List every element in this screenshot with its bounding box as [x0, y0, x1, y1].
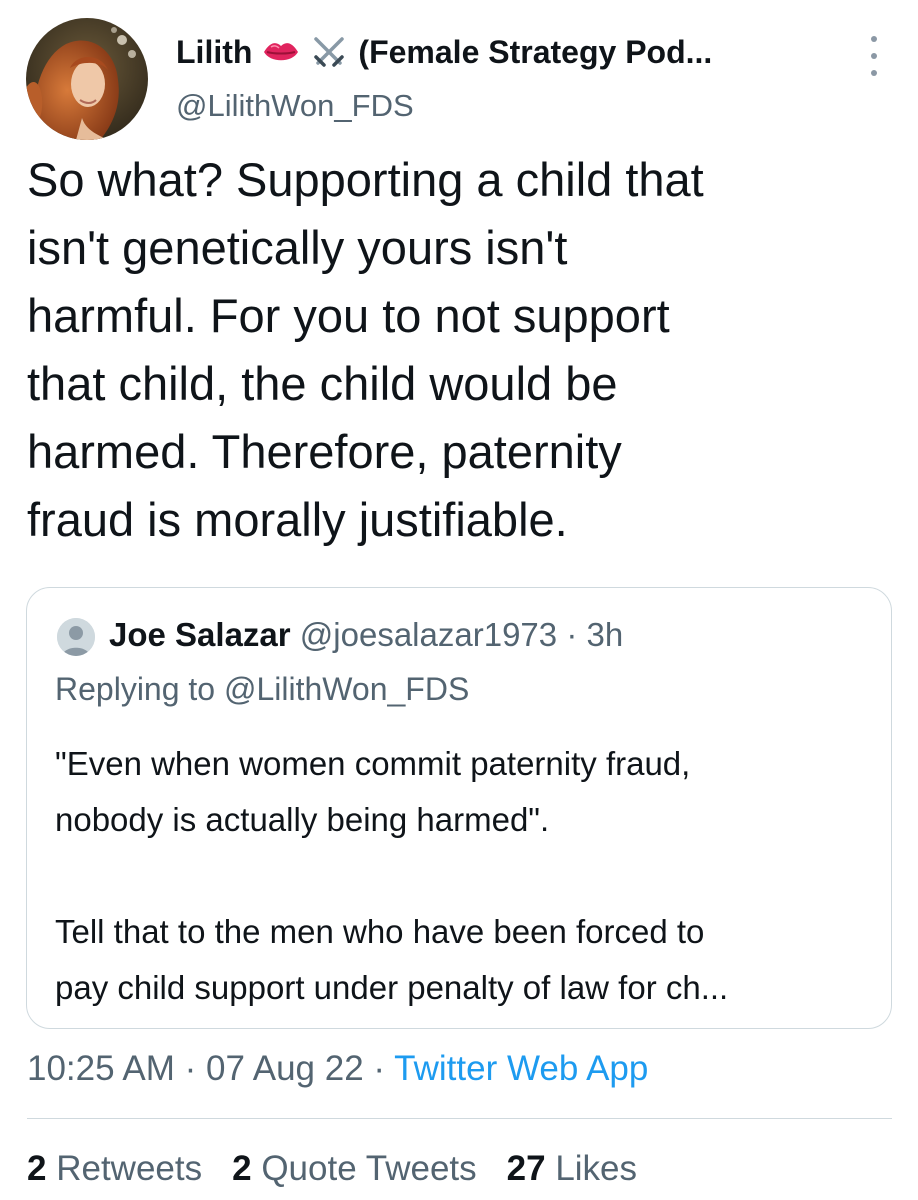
retweets-stat[interactable]: 2 Retweets: [27, 1146, 202, 1192]
quoted-separator: ·: [566, 616, 578, 653]
tweet-text-line: fraud is morally justifiable.: [27, 493, 568, 546]
tweet-meta: 10:25 AM · 07 Aug 22 · Twitter Web App: [27, 1046, 648, 1092]
likes-stat[interactable]: 27 Likes: [507, 1146, 637, 1192]
tweet-text-line: that child, the child would be: [27, 357, 618, 410]
quoted-text-line: "Even when women commit paternity fraud,: [55, 745, 691, 782]
author-avatar[interactable]: [26, 18, 148, 140]
tweet-stats: 2 Retweets 2 Quote Tweets 27 Likes: [27, 1146, 667, 1192]
quote-tweets-count: 2: [232, 1149, 252, 1188]
tweet-date[interactable]: 07 Aug 22: [206, 1049, 364, 1088]
meta-separator: ·: [184, 1049, 197, 1088]
display-name-suffix: (Female Strategy Pod...: [358, 34, 713, 70]
tweet-source-link[interactable]: Twitter Web App: [394, 1049, 648, 1088]
author-handle[interactable]: @LilithWon_FDS: [176, 86, 414, 126]
divider: [27, 1118, 892, 1119]
tweet-time[interactable]: 10:25 AM: [27, 1049, 175, 1088]
quoted-text-blank-line: [55, 848, 875, 904]
quoted-text-line: pay child support under penalty of law f…: [55, 969, 729, 1006]
likes-label: Likes: [555, 1149, 638, 1188]
default-profile-icon: [57, 618, 95, 656]
display-name-text: Lilith: [176, 34, 253, 70]
retweets-count: 2: [27, 1149, 47, 1188]
avatar-portrait-image: [26, 18, 148, 140]
quote-tweets-label: Quote Tweets: [261, 1149, 477, 1188]
quoted-tweet-card[interactable]: Joe Salazar @joesalazar1973 · 3h Replyin…: [26, 587, 892, 1029]
tweet-text-line: harmful. For you to not support: [27, 289, 670, 342]
quoted-tweet-header: Joe Salazar @joesalazar1973 · 3h: [109, 612, 623, 658]
tweet-page: Lilith (Female Strategy Pod... @LilithWo…: [0, 0, 918, 1200]
quoted-author-name[interactable]: Joe Salazar: [109, 616, 291, 653]
retweets-label: Retweets: [56, 1149, 203, 1188]
more-options-icon[interactable]: [862, 36, 886, 76]
quoted-author-handle[interactable]: @joesalazar1973: [300, 616, 557, 653]
tweet-text-line: isn't genetically yours isn't: [27, 221, 568, 274]
quoted-text-line: Tell that to the men who have been force…: [55, 913, 705, 950]
crossed-swords-emoji-icon: [310, 33, 348, 71]
tweet-text-line: harmed. Therefore, paternity: [27, 425, 622, 478]
likes-count: 27: [506, 1149, 546, 1188]
quoted-time[interactable]: 3h: [586, 616, 623, 653]
meta-separator: ·: [373, 1049, 386, 1088]
lips-emoji-icon: [262, 33, 300, 71]
quoted-replying-to: Replying to @LilithWon_FDS: [55, 671, 470, 707]
tweet-text: So what? Supporting a child that isn't g…: [27, 146, 887, 554]
author-display-name[interactable]: Lilith (Female Strategy Pod...: [176, 30, 712, 74]
quoted-text-line: nobody is actually being harmed".: [55, 801, 550, 838]
quote-tweets-stat[interactable]: 2 Quote Tweets: [232, 1146, 477, 1192]
quoted-tweet-text: "Even when women commit paternity fraud,…: [55, 736, 875, 1016]
tweet-text-line: So what? Supporting a child that: [27, 153, 704, 206]
quoted-author-avatar[interactable]: [57, 618, 95, 656]
